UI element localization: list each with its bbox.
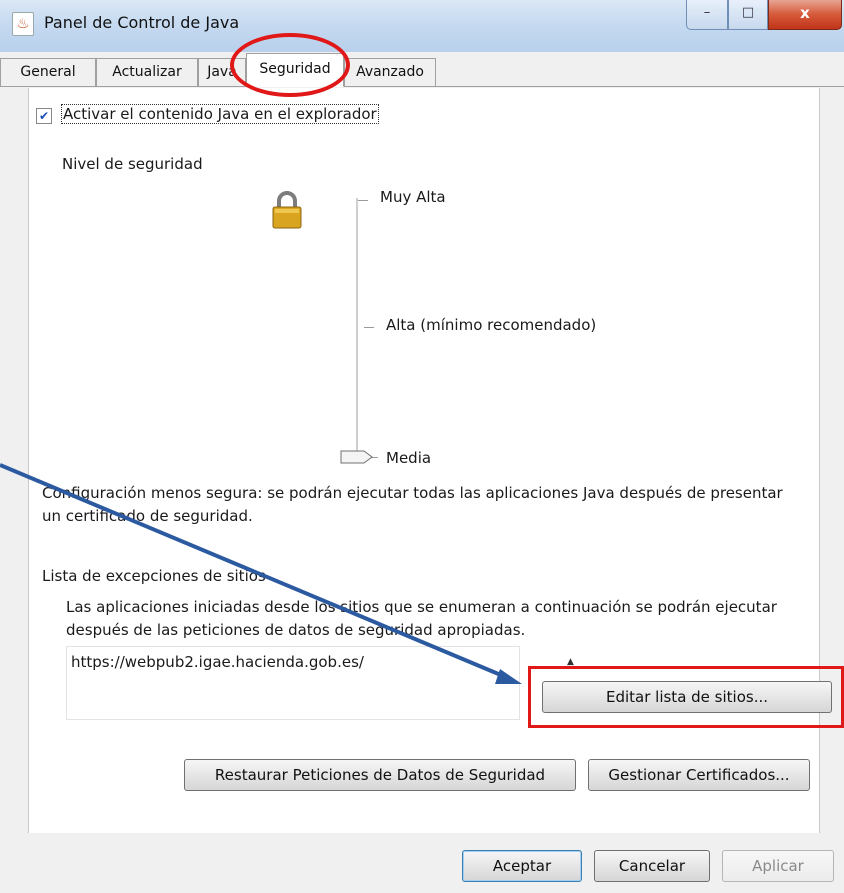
- minimize-button[interactable]: –: [686, 0, 728, 30]
- security-level-slider-thumb[interactable]: [340, 449, 374, 465]
- restore-security-prompts-button[interactable]: Restaurar Peticiones de Datos de Segurid…: [184, 759, 576, 791]
- exception-list-info-line2: después de las peticiones de datos de se…: [66, 621, 526, 639]
- tab-avanzado[interactable]: Avanzado: [344, 58, 436, 86]
- cancel-button[interactable]: Cancelar: [594, 850, 710, 882]
- level-medium-label: Media: [386, 449, 432, 467]
- security-level-slider-track[interactable]: [356, 198, 358, 456]
- security-description-line2: un certificado de seguridad.: [42, 507, 253, 525]
- java-icon: ♨: [12, 12, 34, 36]
- level-very-high-label: Muy Alta: [380, 188, 446, 206]
- maximize-button[interactable]: □: [728, 0, 768, 30]
- enable-java-checkbox[interactable]: ✔: [36, 108, 52, 124]
- dialog-footer: [0, 833, 844, 893]
- apply-button[interactable]: Aplicar: [722, 850, 834, 882]
- security-description-line1: Configuración menos segura: se podrán ej…: [42, 484, 783, 502]
- tab-actualizar[interactable]: Actualizar: [96, 58, 198, 86]
- security-level-heading: Nivel de seguridad: [62, 155, 203, 173]
- ok-button[interactable]: Aceptar: [462, 850, 582, 882]
- exception-sites-list[interactable]: https://webpub2.igae.hacienda.gob.es/ ▲ …: [66, 646, 574, 720]
- slider-tick-high: [364, 327, 374, 328]
- annotation-rectangle: [528, 666, 844, 728]
- title-bar[interactable]: ♨ Panel de Control de Java – □ x: [0, 0, 844, 52]
- tab-general[interactable]: General: [0, 58, 96, 86]
- java-control-panel-window: ♨ Panel de Control de Java – □ x General…: [0, 0, 844, 893]
- slider-tick-very-high: [358, 200, 368, 201]
- lock-icon: [272, 191, 302, 229]
- annotation-circle: [230, 33, 350, 97]
- exception-list-info-line1: Las aplicaciones iniciadas desde los sit…: [66, 598, 777, 616]
- window-title: Panel de Control de Java: [44, 13, 240, 32]
- level-high-label: Alta (mínimo recomendado): [386, 316, 597, 334]
- list-item[interactable]: https://webpub2.igae.hacienda.gob.es/: [71, 653, 364, 671]
- manage-certificates-button[interactable]: Gestionar Certificados...: [588, 759, 810, 791]
- close-button[interactable]: x: [768, 0, 842, 30]
- exception-list-heading: Lista de excepciones de sitios: [42, 567, 266, 585]
- enable-java-label[interactable]: Activar el contenido Java en el explorad…: [61, 104, 379, 124]
- tab-divider: [0, 86, 844, 87]
